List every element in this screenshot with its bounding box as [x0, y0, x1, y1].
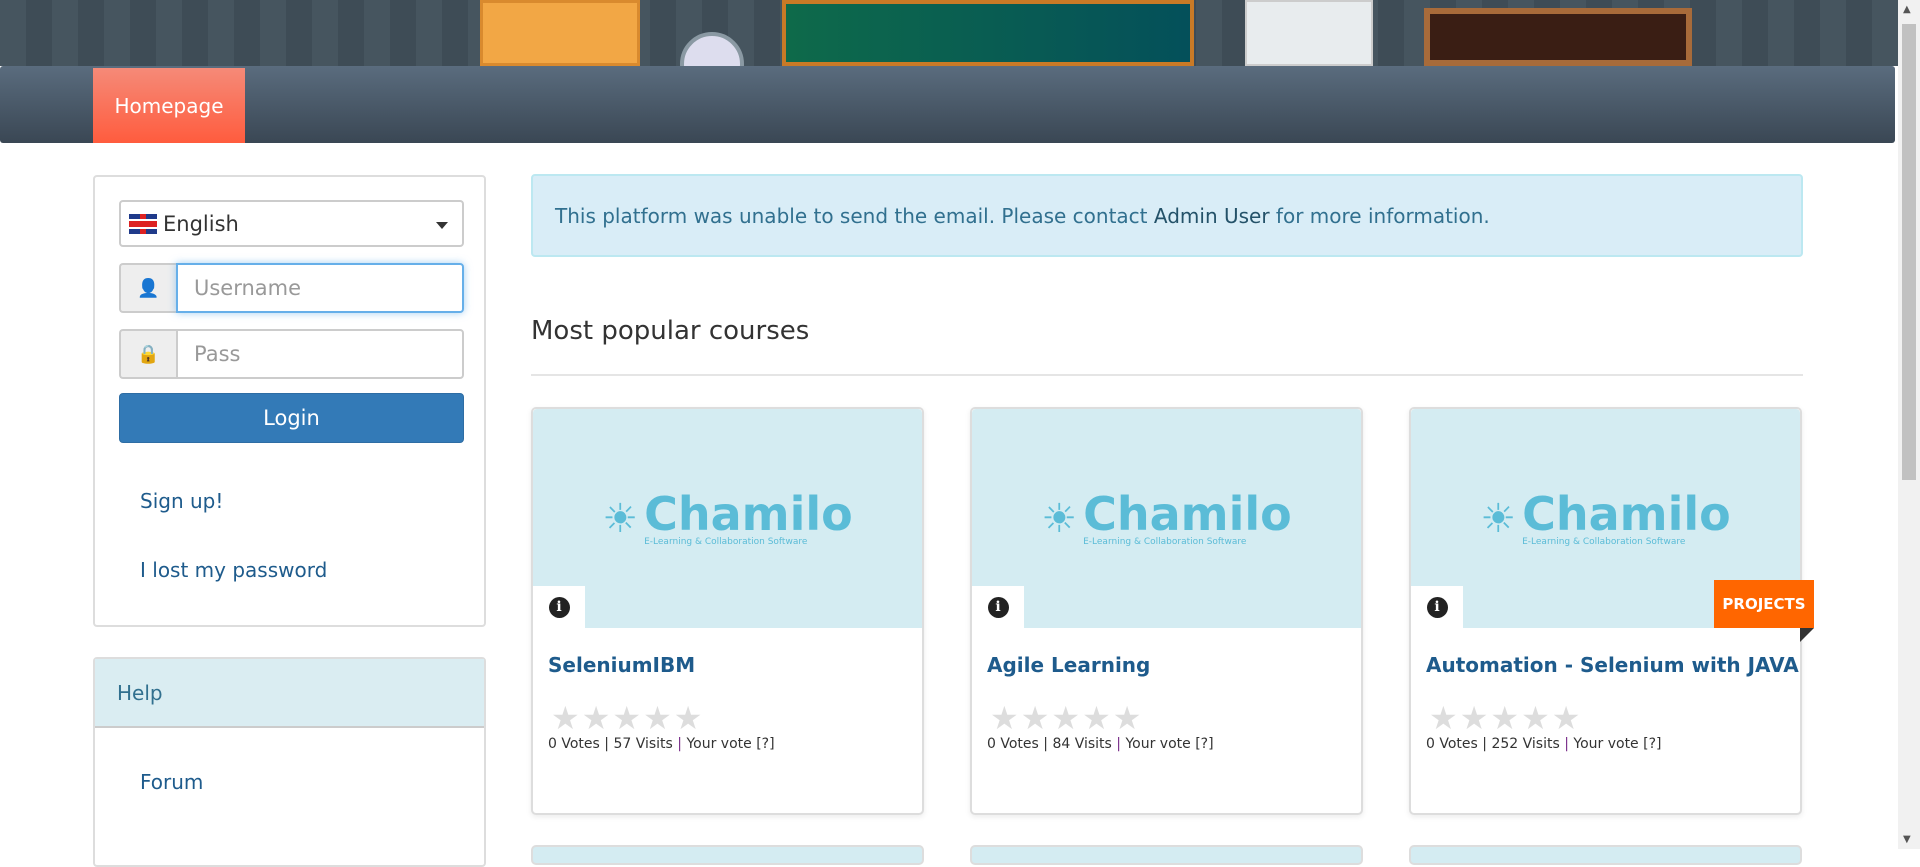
visits-count: 57 Visits: [613, 736, 673, 752]
door-illustration: [480, 0, 640, 66]
course-image[interactable]: ☀ Chamilo E-Learning & Collaboration Softw…: [972, 409, 1361, 628]
star-icon[interactable]: ★: [1521, 699, 1552, 737]
star-icon[interactable]: ★: [1552, 699, 1583, 737]
scrollbar[interactable]: ▲ ▼: [1898, 0, 1920, 849]
lock-icon: 🔒: [119, 329, 176, 379]
course-image[interactable]: ☀ Chamilo E-Learning & Collaboration Softw…: [1411, 409, 1814, 642]
info-icon: i: [987, 596, 1009, 618]
star-icon[interactable]: ★: [1113, 699, 1144, 737]
language-value: English: [163, 211, 239, 236]
star-icon[interactable]: ★: [1082, 699, 1113, 737]
chamilo-logo: ☀ Chamilo E-Learning & Collaboration Softw…: [1041, 486, 1292, 547]
username-input[interactable]: [176, 263, 464, 313]
admin-user-link[interactable]: Admin User: [1154, 204, 1270, 228]
course-stats: 0 Votes | 252 Visits | Your vote [?]: [1426, 736, 1662, 752]
signup-link[interactable]: Sign up!: [140, 489, 223, 513]
course-card[interactable]: [970, 845, 1363, 865]
help-panel: Help Forum: [93, 657, 486, 867]
info-button[interactable]: i: [972, 586, 1024, 628]
bookshelf-illustration: [1424, 8, 1692, 66]
scroll-down-icon[interactable]: ▼: [1903, 834, 1911, 845]
star-icon[interactable]: ★: [1021, 699, 1052, 737]
password-input[interactable]: [176, 329, 464, 379]
course-stats: 0 Votes | 57 Visits | Your vote [?]: [548, 736, 775, 752]
scrollbar-thumb[interactable]: [1902, 24, 1916, 480]
username-group: 👤: [119, 263, 464, 313]
language-select[interactable]: English: [119, 200, 464, 247]
chalkboard-illustration: [782, 0, 1194, 66]
star-icon[interactable]: ★: [674, 699, 705, 737]
course-card[interactable]: [531, 845, 924, 865]
alert-text-end: for more information.: [1269, 204, 1490, 228]
votes-count: 0 Votes: [987, 736, 1039, 752]
alert-text: This platform was unable to send the ema…: [555, 204, 1154, 228]
star-icon[interactable]: ★: [1051, 699, 1082, 737]
star-rating[interactable]: ★★★★★: [990, 699, 1143, 737]
course-title[interactable]: SeleniumIBM: [548, 653, 695, 677]
header-banner: [0, 0, 1898, 66]
star-icon[interactable]: ★: [551, 699, 582, 737]
course-stats: 0 Votes | 84 Visits | Your vote [?]: [987, 736, 1214, 752]
login-button[interactable]: Login: [119, 393, 464, 443]
course-title[interactable]: Agile Learning: [987, 653, 1150, 677]
star-icon[interactable]: ★: [643, 699, 674, 737]
star-icon[interactable]: ★: [1490, 699, 1521, 737]
password-group: 🔒: [119, 329, 464, 379]
section-title: Most popular courses: [531, 316, 810, 346]
course-image[interactable]: ☀ Chamilo E-Learning & Collaboration Softw…: [533, 409, 922, 628]
star-icon[interactable]: ★: [582, 699, 613, 737]
email-alert: This platform was unable to send the ema…: [531, 174, 1803, 257]
course-card[interactable]: ☀ Chamilo E-Learning & Collaboration Softw…: [1409, 407, 1814, 815]
forum-link[interactable]: Forum: [140, 770, 203, 794]
course-card[interactable]: ☀ Chamilo E-Learning & Collaboration Softw…: [531, 407, 924, 815]
cabinet-illustration: [1245, 0, 1373, 66]
star-icon[interactable]: ★: [1460, 699, 1491, 737]
divider: [531, 374, 1803, 376]
tab-homepage[interactable]: Homepage: [93, 68, 245, 143]
scroll-up-icon[interactable]: ▲: [1903, 4, 1911, 15]
info-button[interactable]: i: [533, 586, 585, 628]
info-icon: i: [1426, 596, 1448, 618]
votes-count: 0 Votes: [1426, 736, 1478, 752]
help-title: Help: [95, 659, 484, 728]
star-rating[interactable]: ★★★★★: [1429, 699, 1582, 737]
course-title[interactable]: Automation - Selenium with JAVA: [1426, 653, 1799, 677]
login-panel: English 👤 🔒 Login Sign up! I lost my pas…: [93, 175, 486, 627]
caret-down-icon: [436, 222, 448, 235]
visits-count: 252 Visits: [1491, 736, 1560, 752]
chamilo-logo: ☀ Chamilo E-Learning & Collaboration Softw…: [1480, 486, 1731, 547]
course-card[interactable]: [1409, 845, 1802, 865]
info-button[interactable]: i: [1411, 586, 1463, 628]
star-rating[interactable]: ★★★★★: [551, 699, 704, 737]
star-icon[interactable]: ★: [612, 699, 643, 737]
votes-count: 0 Votes: [548, 736, 600, 752]
visits-count: 84 Visits: [1052, 736, 1112, 752]
category-badge: PROJECTS: [1714, 580, 1814, 642]
your-vote-label[interactable]: Your vote [?]: [1125, 736, 1213, 752]
clock-illustration: [680, 32, 744, 66]
star-icon[interactable]: ★: [1429, 699, 1460, 737]
your-vote-label[interactable]: Your vote [?]: [686, 736, 774, 752]
your-vote-label[interactable]: Your vote [?]: [1573, 736, 1661, 752]
uk-flag-icon: [129, 213, 157, 234]
star-icon[interactable]: ★: [990, 699, 1021, 737]
lost-password-link[interactable]: I lost my password: [140, 558, 327, 582]
main-nav: Homepage: [0, 66, 1895, 143]
user-icon: 👤: [119, 263, 176, 313]
course-card[interactable]: ☀ Chamilo E-Learning & Collaboration Softw…: [970, 407, 1363, 815]
info-icon: i: [548, 596, 570, 618]
chamilo-logo: ☀ Chamilo E-Learning & Collaboration Softw…: [602, 486, 853, 547]
